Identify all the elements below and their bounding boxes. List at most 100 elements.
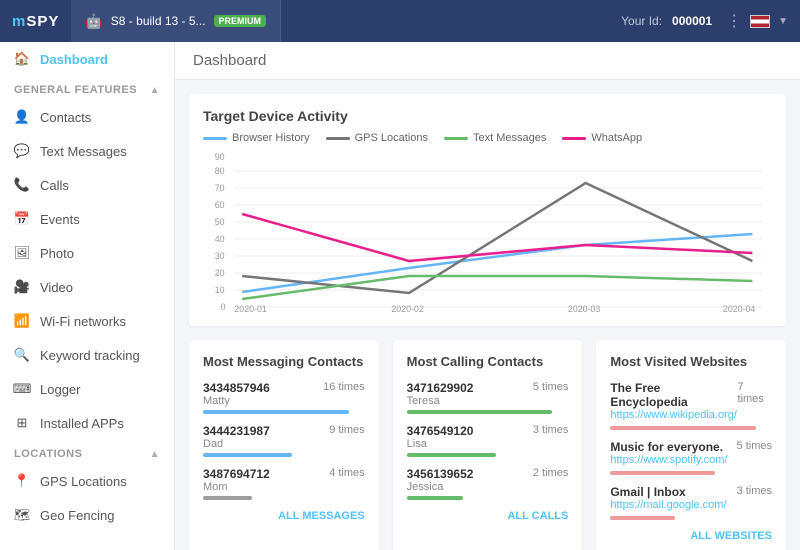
keyword-label: Keyword tracking bbox=[40, 348, 140, 363]
web-bar-2 bbox=[610, 471, 715, 475]
sidebar-item-logger[interactable]: ⌨ Logger bbox=[0, 372, 174, 406]
msg-name-3: Mom bbox=[203, 481, 270, 493]
whatsapp-dot bbox=[562, 137, 586, 140]
topbar-actions: ⋮ ▼ bbox=[726, 11, 800, 31]
sidebar-item-keyword[interactable]: 🔍 Keyword tracking bbox=[0, 338, 174, 372]
gps-dot bbox=[326, 137, 350, 140]
web-entry-3: Gmail | Inbox https://mail.google.com/ 3… bbox=[610, 485, 772, 520]
messaging-title: Most Messaging Contacts bbox=[203, 354, 365, 369]
all-calls-link-container: ALL CALLS bbox=[407, 510, 569, 522]
search-icon: 🔍 bbox=[14, 347, 30, 363]
chevron-down-icon[interactable]: ▼ bbox=[778, 16, 788, 27]
sidebar-item-contacts[interactable]: 👤 Contacts bbox=[0, 100, 174, 134]
user-info: Your Id: 000001 bbox=[607, 14, 726, 28]
svg-text:0: 0 bbox=[221, 302, 226, 312]
flag-icon[interactable] bbox=[750, 15, 770, 28]
locations-label: LOCATIONS bbox=[14, 448, 82, 460]
logo-brand: SPY bbox=[26, 13, 59, 30]
sidebar-item-photo[interactable]: 🖼 Photo bbox=[0, 236, 174, 270]
message-icon: 💬 bbox=[14, 143, 30, 159]
web-url-2[interactable]: https://www.spotify.com/ bbox=[610, 454, 727, 466]
sidebar-item-text-messages[interactable]: 💬 Text Messages bbox=[0, 134, 174, 168]
user-label: Your Id: bbox=[621, 14, 662, 28]
general-features-label: GENERAL FEATURES bbox=[14, 84, 137, 96]
grid-icon: ⌨ bbox=[14, 381, 30, 397]
more-options-icon[interactable]: ⋮ bbox=[726, 11, 742, 31]
call-entry-2: 3476549120 Lisa 3 times bbox=[407, 424, 569, 457]
content-header: Dashboard bbox=[175, 42, 800, 80]
call-bar-2 bbox=[407, 453, 496, 457]
text-dot bbox=[444, 137, 468, 140]
android-icon: 🤖 bbox=[85, 13, 102, 30]
page-title: Dashboard bbox=[193, 52, 266, 69]
msg-entry-1: 3434857946 Matty 16 times bbox=[203, 381, 365, 414]
phone-icon: 📞 bbox=[14, 177, 30, 193]
sidebar-item-installed-apps[interactable]: ⊞ Installed APPs bbox=[0, 406, 174, 440]
premium-badge: PREMIUM bbox=[214, 15, 267, 27]
msg-number-2: 3444231987 bbox=[203, 424, 270, 438]
svg-text:2020-02: 2020-02 bbox=[391, 304, 423, 312]
svg-text:90: 90 bbox=[215, 152, 225, 162]
msg-entry-2: 3444231987 Dad 9 times bbox=[203, 424, 365, 457]
legend-browser-label: Browser History bbox=[232, 132, 310, 144]
sidebar-item-geo-fencing[interactable]: 🗺 Geo Fencing bbox=[0, 498, 174, 532]
legend-gps: GPS Locations bbox=[326, 132, 428, 144]
all-calls-link[interactable]: ALL CALLS bbox=[507, 510, 568, 522]
svg-text:10: 10 bbox=[215, 285, 225, 295]
content-area: Dashboard Target Device Activity Browser… bbox=[175, 42, 800, 550]
web-url-3[interactable]: https://mail.google.com/ bbox=[610, 499, 726, 511]
msg-bar-2 bbox=[203, 453, 292, 457]
call-name-2: Lisa bbox=[407, 438, 474, 450]
video-icon: 🎥 bbox=[14, 279, 30, 295]
sidebar-item-gps[interactable]: 📍 GPS Locations bbox=[0, 464, 174, 498]
video-label: Video bbox=[40, 280, 73, 295]
web-bar-1 bbox=[610, 426, 756, 430]
geo-fencing-label: Geo Fencing bbox=[40, 508, 114, 523]
svg-text:20: 20 bbox=[215, 268, 225, 278]
all-websites-link[interactable]: ALL WEBSITES bbox=[690, 530, 772, 542]
web-url-1[interactable]: https://www.wikipedia.org/ bbox=[610, 409, 737, 421]
locations-section: LOCATIONS ▲ bbox=[0, 440, 174, 464]
sidebar-item-calls[interactable]: 📞 Calls bbox=[0, 168, 174, 202]
sidebar-item-events[interactable]: 📅 Events bbox=[0, 202, 174, 236]
gps-label: GPS Locations bbox=[40, 474, 127, 489]
dashboard-inner: Target Device Activity Browser History G… bbox=[175, 80, 800, 550]
websites-title: Most Visited Websites bbox=[610, 354, 772, 369]
msg-entry-3: 3487694712 Mom 4 times bbox=[203, 467, 365, 500]
wifi-icon: 📶 bbox=[14, 313, 30, 329]
call-bar-3 bbox=[407, 496, 464, 500]
general-features-section: GENERAL FEATURES ▲ bbox=[0, 76, 174, 100]
logo-text: m bbox=[12, 13, 26, 30]
msg-name-2: Dad bbox=[203, 438, 270, 450]
home-icon: 🏠 bbox=[14, 51, 30, 67]
msg-bar-3 bbox=[203, 496, 252, 500]
text-messages-label: Text Messages bbox=[40, 144, 127, 159]
sidebar-item-video[interactable]: 🎥 Video bbox=[0, 270, 174, 304]
svg-text:40: 40 bbox=[215, 234, 225, 244]
svg-text:50: 50 bbox=[215, 217, 225, 227]
web-count-3: 3 times bbox=[737, 485, 772, 513]
web-title-2: Music for everyone. bbox=[610, 440, 727, 454]
apps-icon: ⊞ bbox=[14, 415, 30, 431]
all-messages-link[interactable]: ALL MESSAGES bbox=[278, 510, 365, 522]
msg-name-1: Matty bbox=[203, 395, 270, 407]
messaging-panel: Most Messaging Contacts 3434857946 Matty… bbox=[189, 340, 379, 550]
chevron-up-icon[interactable]: ▲ bbox=[150, 85, 160, 96]
browser-history-dot bbox=[203, 137, 227, 140]
legend-whatsapp: WhatsApp bbox=[562, 132, 642, 144]
sidebar-item-dashboard[interactable]: 🏠 Dashboard bbox=[0, 42, 174, 76]
geo-icon: 🗺 bbox=[14, 507, 30, 523]
stats-row: Most Messaging Contacts 3434857946 Matty… bbox=[189, 340, 786, 550]
legend-text: Text Messages bbox=[444, 132, 546, 144]
main-layout: 🏠 Dashboard GENERAL FEATURES ▲ 👤 Contact… bbox=[0, 42, 800, 550]
contact-icon: 👤 bbox=[14, 109, 30, 125]
web-title-3: Gmail | Inbox bbox=[610, 485, 726, 499]
sidebar-item-wifi[interactable]: 📶 Wi-Fi networks bbox=[0, 304, 174, 338]
msg-count-3: 4 times bbox=[329, 467, 364, 479]
svg-text:2020-03: 2020-03 bbox=[568, 304, 600, 312]
chevron-up-icon-2[interactable]: ▲ bbox=[150, 449, 160, 460]
web-count-2: 5 times bbox=[737, 440, 772, 468]
msg-count-1: 16 times bbox=[323, 381, 365, 393]
call-number-2: 3476549120 bbox=[407, 424, 474, 438]
legend-browser-history: Browser History bbox=[203, 132, 310, 144]
